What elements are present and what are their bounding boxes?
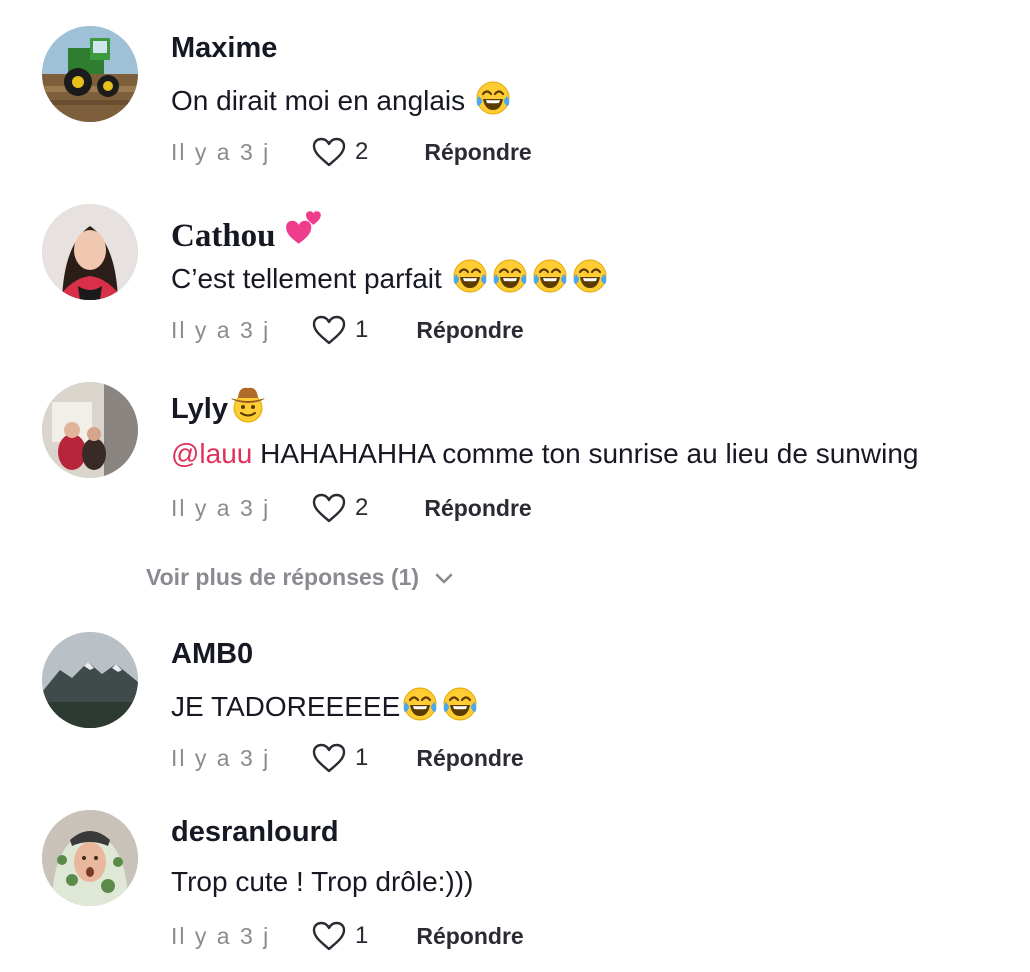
avatar[interactable] xyxy=(42,382,138,478)
comment-item-amb0: AMB0 JE TADOREEEEE Il y a 3 j 1 Répondre xyxy=(0,606,1030,776)
comment-text: On dirait moi en anglais xyxy=(171,78,513,121)
comment-username[interactable]: Cathou xyxy=(171,206,326,256)
comment-username-text: Cathou xyxy=(171,218,276,254)
like-count: 2 xyxy=(355,494,369,521)
face-with-tears-of-joy-icon xyxy=(530,256,570,296)
avatar[interactable] xyxy=(42,632,138,728)
like-count: 2 xyxy=(355,138,369,165)
comment-item-desranlourd: desranlourd Trop cute ! Trop drôle:))) I… xyxy=(0,784,1030,954)
comment-item-maxime: Maxime On dirait moi en anglais Il y a 3… xyxy=(0,0,1030,170)
chevron-down-icon xyxy=(435,573,453,583)
face-with-tears-of-joy-icon xyxy=(440,684,480,724)
heart-icon xyxy=(311,742,347,774)
reply-button[interactable]: Répondre xyxy=(416,745,523,772)
view-more-replies-label: Voir plus de réponses (1) xyxy=(146,564,420,590)
heart-icon xyxy=(311,314,347,346)
comment-text: JE TADOREEEEE xyxy=(171,684,480,727)
like-count: 1 xyxy=(355,744,369,771)
comment-text-body: JE TADOREEEEE xyxy=(171,691,401,722)
comment-timestamp: Il y a 3 j xyxy=(171,138,271,165)
comment-meta: Il y a 3 j 1 Répondre xyxy=(171,740,524,776)
reply-button[interactable]: Répondre xyxy=(424,495,531,522)
face-with-tears-of-joy-icon xyxy=(490,256,530,296)
like-button[interactable]: 2 xyxy=(311,492,368,524)
avatar[interactable] xyxy=(42,204,138,300)
comment-meta: Il y a 3 j 2 Répondre xyxy=(171,490,532,526)
like-button[interactable]: 1 xyxy=(311,920,368,952)
heart-icon xyxy=(311,492,347,524)
like-button[interactable]: 2 xyxy=(311,136,368,168)
comment-text-body: On dirait moi en anglais xyxy=(171,85,466,116)
avatar[interactable] xyxy=(42,810,138,906)
comment-timestamp: Il y a 3 j xyxy=(171,922,271,949)
face-with-tears-of-joy-icon xyxy=(473,78,513,118)
face-with-tears-of-joy-icon xyxy=(400,684,440,724)
heart-icon xyxy=(311,920,347,952)
face-with-tears-of-joy-icon xyxy=(450,256,490,296)
reply-button[interactable]: Répondre xyxy=(416,923,523,950)
comment-text: Trop cute ! Trop drôle:))) xyxy=(171,862,473,902)
comment-username[interactable]: Maxime xyxy=(171,28,277,68)
like-count: 1 xyxy=(355,316,369,343)
cowboy-hat-face-icon xyxy=(230,387,265,423)
like-button[interactable]: 1 xyxy=(311,742,368,774)
view-more-replies-button[interactable]: Voir plus de réponses (1) xyxy=(146,564,455,591)
comment-item-cathou: Cathou C’est tellement parfait Il y a 3 … xyxy=(0,178,1030,348)
face-with-tears-of-joy-icon xyxy=(570,256,610,296)
comment-text: C’est tellement parfait xyxy=(171,256,610,299)
two-hearts-icon xyxy=(285,211,321,244)
comment-username[interactable]: Lyly xyxy=(171,384,268,429)
comment-timestamp: Il y a 3 j xyxy=(171,316,271,343)
comment-text-body: HAHAHAHHA comme ton sunrise au lieu de s… xyxy=(260,438,919,469)
comment-timestamp: Il y a 3 j xyxy=(171,494,271,521)
heart-icon xyxy=(311,136,347,168)
comment-meta: Il y a 3 j 1 Répondre xyxy=(171,918,524,954)
reply-button[interactable]: Répondre xyxy=(424,139,531,166)
like-count: 1 xyxy=(355,922,369,949)
comment-text-body: C’est tellement parfait xyxy=(171,263,442,294)
avatar[interactable] xyxy=(42,26,138,122)
like-button[interactable]: 1 xyxy=(311,314,368,346)
comment-timestamp: Il y a 3 j xyxy=(171,744,271,771)
comment-username-text: Lyly xyxy=(171,393,228,425)
comment-text: @lauu HAHAHAHHA comme ton sunrise au lie… xyxy=(171,434,918,474)
comment-username[interactable]: desranlourd xyxy=(171,812,339,852)
comment-meta: Il y a 3 j 2 Répondre xyxy=(171,134,532,170)
mention-link[interactable]: @lauu xyxy=(171,438,252,469)
comment-username[interactable]: AMB0 xyxy=(171,634,253,674)
reply-button[interactable]: Répondre xyxy=(416,317,523,344)
comment-meta: Il y a 3 j 1 Répondre xyxy=(171,312,524,348)
comment-text-body: Trop cute ! Trop drôle:))) xyxy=(171,866,474,897)
comment-item-lyly: Lyly @lauu HAHAHAHHA comme ton sunrise a… xyxy=(0,356,1030,526)
